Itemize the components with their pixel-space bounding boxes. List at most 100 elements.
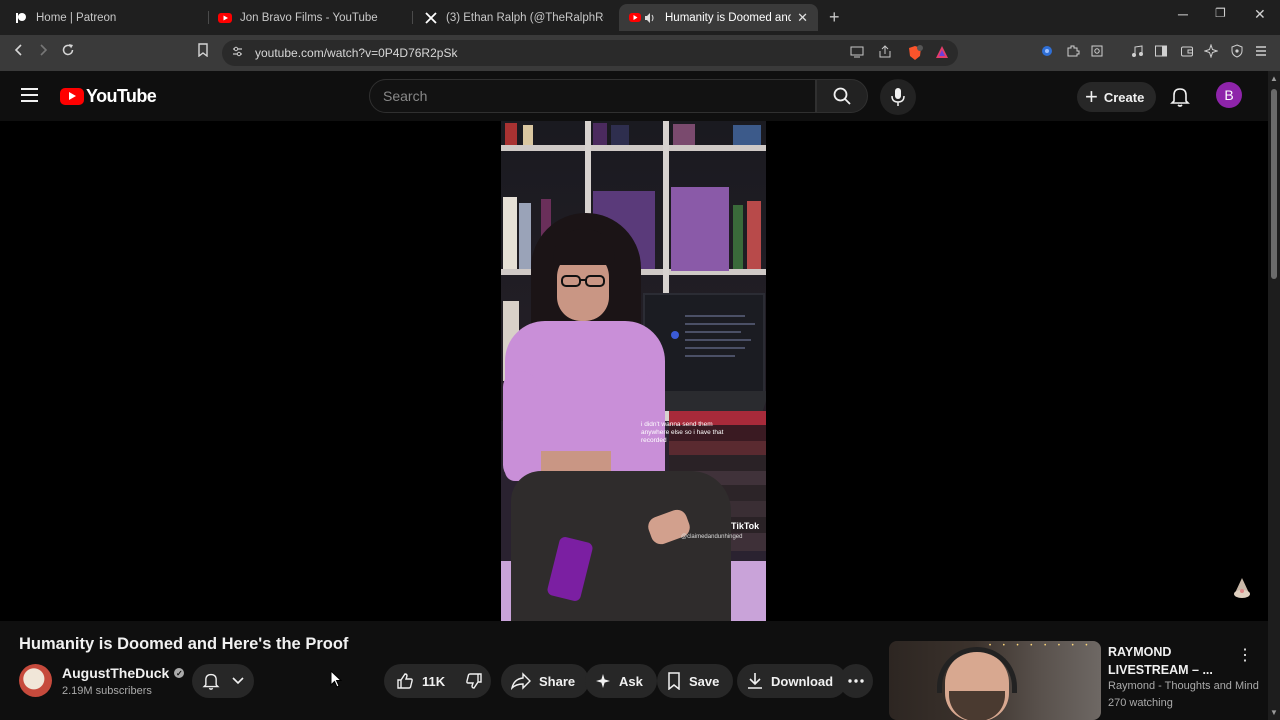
ask-label: Ask (619, 673, 643, 689)
share-icon[interactable] (878, 45, 892, 61)
guide-menu-icon[interactable] (21, 88, 38, 102)
ask-button[interactable]: Ask (585, 664, 657, 698)
gnome-avatar-icon (1232, 577, 1252, 604)
chevron-down-icon (232, 677, 244, 685)
microphone-icon (891, 88, 905, 106)
verified-check-icon: ✓ (174, 668, 185, 678)
tab-humanity-active[interactable]: Humanity is Doomed and Here's the Proof … (619, 4, 818, 31)
extensions-puzzle-icon[interactable] (1066, 44, 1080, 61)
like-button[interactable]: 11K (396, 672, 445, 690)
x-icon (424, 11, 438, 25)
tab-title: (3) Ethan Ralph (@TheRalphRetort) / (446, 11, 604, 24)
close-window-button[interactable]: ✕ (1254, 6, 1266, 23)
mouse-cursor-icon (330, 669, 343, 693)
scroll-down-arrow-icon[interactable]: ▼ (1270, 708, 1278, 717)
new-tab-button[interactable]: + (829, 7, 840, 28)
share-button[interactable]: Share (501, 664, 590, 698)
dislike-button[interactable] (465, 672, 483, 690)
tiktok-username: @claimedandunhinged (681, 534, 743, 540)
tiktok-watermark: TikTok (731, 521, 760, 531)
youtube-header: YouTube + Create B (0, 71, 1268, 121)
notifications-bell-icon[interactable] (1170, 86, 1190, 112)
tab-title: Home | Patreon (36, 11, 117, 24)
vpn-icon[interactable] (1230, 44, 1244, 61)
voice-search-button[interactable] (880, 79, 916, 115)
cast-icon[interactable] (850, 45, 864, 61)
bell-icon (202, 673, 220, 690)
back-button[interactable] (12, 43, 26, 62)
search-box (369, 79, 816, 113)
site-settings-icon[interactable] (231, 45, 244, 61)
browser-menu-icon[interactable] (1254, 44, 1268, 61)
search-input[interactable] (383, 88, 783, 104)
like-dislike-group: 11K (384, 664, 491, 698)
scrollbar-thumb[interactable] (1271, 89, 1277, 279)
thumbs-up-icon (397, 673, 413, 689)
tab-jon-bravo[interactable]: Jon Bravo Films - YouTube (208, 4, 408, 31)
wallet-icon[interactable] (1180, 44, 1194, 61)
up-next-thumbnail[interactable]: • • • • • • • • (889, 641, 1101, 720)
restore-button[interactable]: ❐ (1215, 6, 1226, 20)
video-player[interactable]: i didn't wanna send them anywhere else s… (0, 121, 1268, 621)
up-next-viewers: 270 watching (1108, 697, 1173, 709)
tab-patreon[interactable]: Home | Patreon (4, 4, 204, 31)
minimize-button[interactable]: ─ (1178, 6, 1188, 22)
save-label: Save (689, 673, 720, 689)
share-label: Share (539, 673, 576, 689)
download-icon (747, 672, 763, 690)
tab-title: Humanity is Doomed and Here's the Proof (665, 11, 792, 24)
like-count: 11K (422, 673, 446, 689)
sparkle-icon (595, 673, 611, 689)
more-vertical-icon[interactable]: ⋮ (1237, 645, 1253, 665)
video-frame: i didn't wanna send them anywhere else s… (501, 121, 766, 621)
leo-ai-icon[interactable] (1203, 43, 1219, 61)
thumbs-down-icon (466, 673, 482, 689)
more-actions-button[interactable] (839, 664, 873, 698)
create-label: Create (1103, 89, 1145, 105)
search-icon (833, 87, 851, 105)
tab-divider (412, 11, 413, 24)
youtube-icon (218, 11, 232, 25)
address-bar[interactable]: youtube.com/watch?v=0P4D76R2pSk (222, 40, 958, 66)
bookmark-icon[interactable] (197, 43, 209, 62)
youtube-icon (629, 11, 657, 25)
url-text: youtube.com/watch?v=0P4D76R2pSk (255, 46, 458, 60)
close-tab-icon[interactable]: ✕ (791, 10, 808, 26)
channel-name[interactable]: AugustTheDuck ✓ (62, 665, 185, 681)
youtube-play-icon (60, 88, 84, 105)
plus-icon: + (1085, 84, 1098, 109)
tab-title: Jon Bravo Films - YouTube (240, 11, 378, 24)
more-horizontal-icon (848, 679, 864, 683)
tab-ethan-ralph[interactable]: (3) Ethan Ralph (@TheRalphRetort) / (414, 4, 614, 31)
browser-tab-strip: Home | Patreon Jon Bravo Films - YouTube… (0, 0, 1280, 35)
forward-button[interactable] (36, 43, 50, 62)
channel-avatar[interactable] (19, 664, 52, 697)
youtube-logo[interactable]: YouTube (60, 86, 157, 107)
create-button[interactable]: + Create (1077, 82, 1157, 112)
extension-blue-icon[interactable] (1040, 44, 1054, 61)
video-title: Humanity is Doomed and Here's the Proof (19, 635, 349, 653)
youtube-logo-text: YouTube (86, 86, 157, 106)
brave-rewards-icon[interactable] (935, 45, 949, 62)
account-avatar[interactable]: B (1216, 82, 1242, 108)
share-arrow-icon (511, 672, 531, 690)
subscription-notification-button[interactable] (192, 664, 254, 698)
download-button[interactable]: Download (737, 664, 848, 698)
browser-toolbar: youtube.com/watch?v=0P4D76R2pSk (0, 35, 1280, 71)
channel-name-text: AugustTheDuck (62, 665, 170, 681)
bookmark-save-icon (667, 672, 681, 690)
video-caption: i didn't wanna send them anywhere else s… (641, 421, 724, 444)
download-label: Download (771, 673, 834, 689)
up-next-title[interactable]: RAYMOND LIVESTREAM – ... (1108, 643, 1228, 679)
media-controls-icon[interactable] (1130, 44, 1144, 61)
subscriber-count: 2.19M subscribers (62, 685, 152, 697)
sidebar-icon[interactable] (1154, 44, 1168, 61)
up-next-channel: Raymond - Thoughts and Mind (1108, 680, 1259, 692)
scroll-up-arrow-icon[interactable]: ▲ (1270, 74, 1278, 83)
reader-mode-icon[interactable] (1090, 44, 1104, 61)
reload-button[interactable] (61, 43, 75, 62)
search-button[interactable] (816, 79, 868, 113)
brave-shields-icon[interactable] (907, 45, 923, 64)
page-scrollbar[interactable]: ▲ ▼ (1268, 71, 1280, 720)
save-button[interactable]: Save (657, 664, 734, 698)
